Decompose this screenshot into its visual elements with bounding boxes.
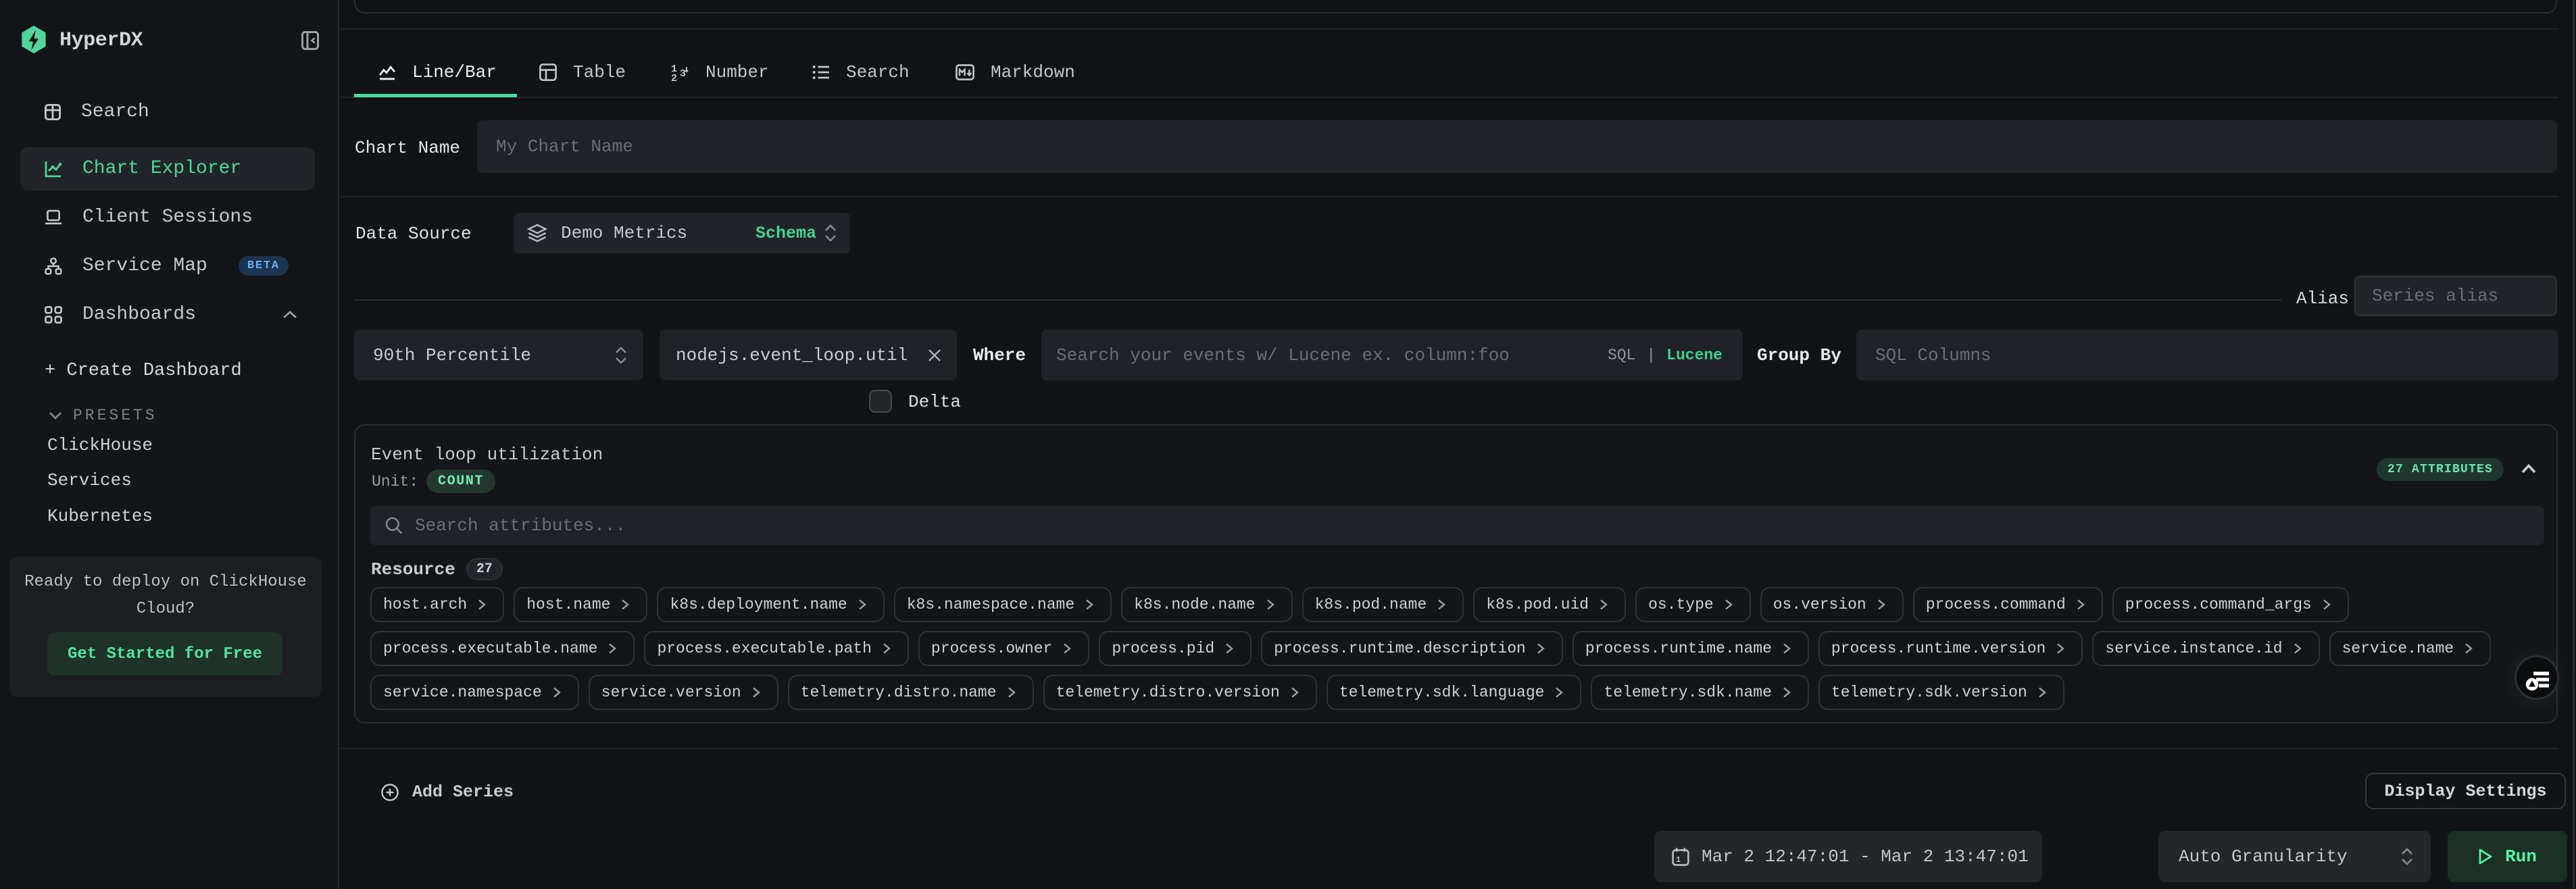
svg-text:2: 2: [671, 73, 677, 81]
svg-text:1: 1: [1676, 855, 1681, 865]
svg-text:3: 3: [680, 68, 686, 80]
